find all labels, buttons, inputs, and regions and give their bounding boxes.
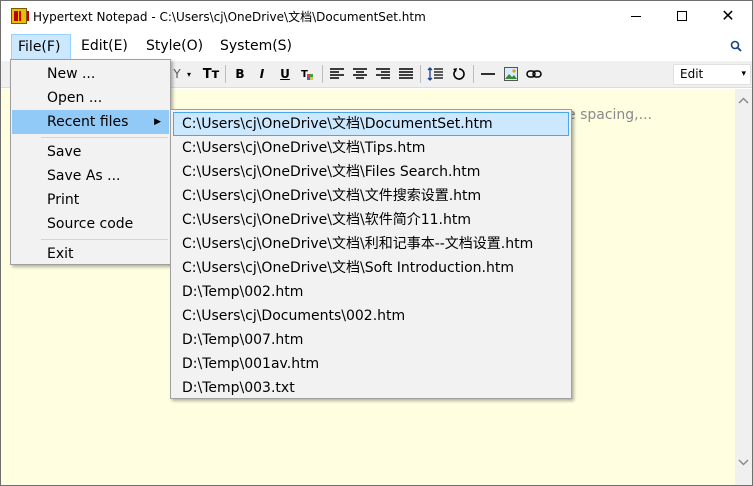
file-menu-dropdown: New ... Open ... Recent files ▶ Save Sav… — [10, 59, 171, 265]
title-bar: Hypertext Notepad - C:\Users\cj\OneDrive… — [1, 1, 752, 31]
search-icon[interactable] — [730, 40, 742, 52]
recent-file-item[interactable]: C:\Users\cj\OneDrive\文档\软件简介11.htm — [173, 208, 569, 232]
undo-icon — [453, 68, 465, 80]
align-right-icon — [376, 68, 390, 79]
menu-separator — [41, 137, 168, 138]
recent-file-item[interactable]: C:\Users\cj\OneDrive\文档\利和记事本--文档设置.htm — [173, 232, 569, 256]
toolbar-separator — [473, 65, 474, 83]
submenu-arrow-icon: ▶ — [154, 117, 161, 127]
horizontal-rule-icon — [481, 73, 495, 75]
recent-file-item[interactable]: D:\Temp\002.htm — [173, 280, 569, 304]
menu-edit[interactable]: Edit(E) — [75, 34, 134, 59]
recent-file-item[interactable]: D:\Temp\001av.htm — [173, 352, 569, 376]
insert-link-button[interactable] — [525, 65, 543, 83]
text-color-button[interactable]: T — [298, 65, 316, 83]
app-logo-icon — [11, 8, 29, 24]
align-center-icon — [353, 68, 367, 79]
menu-item-print[interactable]: Print — [12, 188, 169, 212]
menu-item-recent-files-label: Recent files — [47, 114, 129, 130]
recent-file-item[interactable]: C:\Users\cj\OneDrive\文档\文件搜索设置.htm — [173, 184, 569, 208]
vertical-scrollbar[interactable] — [735, 89, 752, 485]
line-spacing-button[interactable] — [426, 65, 444, 83]
recent-file-item[interactable]: C:\Users\cj\OneDrive\文档\Files Search.htm — [173, 160, 569, 184]
toolbar-separator — [420, 65, 421, 83]
recent-file-item[interactable]: C:\Users\cj\Documents\002.htm — [173, 304, 569, 328]
image-icon — [504, 67, 518, 81]
menu-item-new[interactable]: New ... — [12, 62, 169, 86]
align-center-button[interactable] — [351, 65, 369, 83]
mode-select-value: Edit — [680, 67, 704, 81]
minimize-button[interactable] — [613, 1, 659, 31]
close-button[interactable]: ✕ — [705, 1, 751, 31]
menu-bar: File(F) Edit(E) Style(O) System(S) — [1, 33, 752, 60]
minimize-icon — [631, 15, 641, 17]
maximize-icon — [677, 11, 687, 21]
mode-select[interactable]: Edit ▾ — [673, 64, 751, 85]
align-right-button[interactable] — [374, 65, 392, 83]
maximize-button[interactable] — [659, 1, 705, 31]
menu-item-save-as[interactable]: Save As ... — [12, 164, 169, 188]
menu-style[interactable]: Style(O) — [140, 34, 209, 59]
align-left-button[interactable] — [328, 65, 346, 83]
recent-file-item[interactable]: C:\Users\cj\OneDrive\文档\DocumentSet.htm — [173, 112, 569, 136]
close-icon: ✕ — [721, 6, 735, 25]
menu-item-exit[interactable]: Exit — [12, 242, 169, 266]
toolbar-separator — [322, 65, 323, 83]
menu-file[interactable]: File(F) — [11, 34, 71, 59]
line-spacing-icon — [427, 67, 443, 81]
menu-item-open[interactable]: Open ... — [12, 86, 169, 110]
scroll-up-icon[interactable] — [737, 95, 750, 108]
recent-file-item[interactable]: C:\Users\cj\OneDrive\文档\Tips.htm — [173, 136, 569, 160]
horizontal-rule-button[interactable] — [479, 65, 497, 83]
text-color-icon: T — [301, 69, 313, 80]
svg-text:T: T — [301, 69, 308, 80]
menu-separator — [41, 239, 168, 240]
app-window: Hypertext Notepad - C:\Users\cj\OneDrive… — [0, 0, 753, 486]
bold-button[interactable]: B — [231, 65, 249, 83]
editor-visible-text: e spacing,... — [567, 107, 652, 123]
font-dropdown-arrow-icon[interactable]: ▾ — [184, 65, 194, 83]
justify-button[interactable] — [397, 65, 415, 83]
italic-button[interactable]: I — [253, 65, 271, 83]
scroll-down-icon[interactable] — [737, 455, 750, 468]
toolbar-separator — [225, 65, 226, 83]
link-icon — [526, 70, 542, 78]
undo-button[interactable] — [450, 65, 468, 83]
recent-file-item[interactable]: D:\Temp\003.txt — [173, 376, 569, 400]
menu-system[interactable]: System(S) — [214, 34, 298, 59]
underline-button[interactable]: U — [276, 65, 294, 83]
font-size-button[interactable]: Tт — [202, 65, 220, 83]
chevron-down-icon: ▾ — [741, 69, 746, 79]
recent-files-submenu: C:\Users\cj\OneDrive\文档\DocumentSet.htm … — [170, 109, 572, 399]
insert-image-button[interactable] — [502, 65, 520, 83]
justify-icon — [399, 68, 413, 79]
menu-item-source-code[interactable]: Source code — [12, 212, 169, 236]
align-left-icon — [330, 68, 344, 79]
recent-file-item[interactable]: C:\Users\cj\OneDrive\文档\Soft Introductio… — [173, 256, 569, 280]
menu-item-save[interactable]: Save — [12, 140, 169, 164]
menu-item-recent-files[interactable]: Recent files ▶ — [12, 110, 169, 134]
font-name-partial: Y — [173, 67, 181, 81]
window-title: Hypertext Notepad - C:\Users\cj\OneDrive… — [33, 10, 426, 24]
recent-file-item[interactable]: D:\Temp\007.htm — [173, 328, 569, 352]
